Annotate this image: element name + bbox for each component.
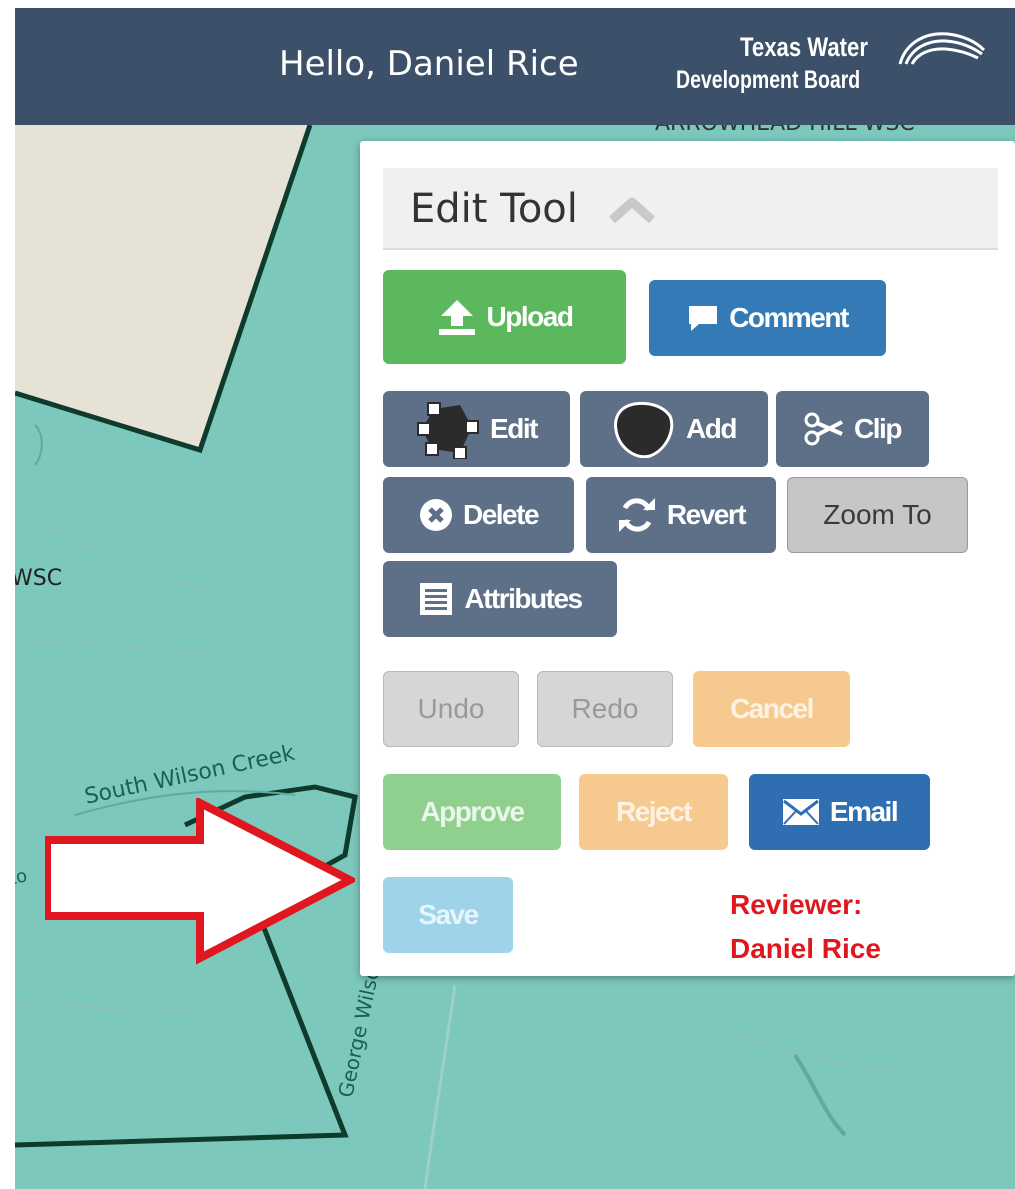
save-button[interactable]: Save [383, 877, 513, 953]
save-label: Save [418, 899, 479, 930]
logo-line-1: Texas Water [740, 32, 868, 62]
envelope-icon [782, 799, 819, 825]
edit-label: Edit [490, 413, 538, 444]
comment-label: Comment [729, 302, 849, 333]
water-waves-icon [898, 32, 986, 65]
delete-label: Delete [462, 499, 540, 530]
annotation-arrow-icon [45, 798, 355, 965]
reviewer-info: Reviewer: Daniel Rice [730, 883, 881, 971]
polygon-shape-icon [614, 401, 674, 458]
clip-label: Clip [854, 413, 902, 444]
redo-label: Redo [571, 693, 639, 724]
revert-label: Revert [666, 499, 747, 530]
add-button[interactable]: Add [580, 391, 768, 467]
edit-vertices-icon [417, 402, 480, 459]
cancel-button[interactable]: Cancel [693, 671, 850, 747]
app-frame: Hello, Daniel Rice Texas Water Developme… [15, 8, 1015, 1189]
zoom-to-label: Zoom To [823, 499, 932, 530]
revert-button[interactable]: Revert [586, 477, 776, 553]
undo-button[interactable]: Undo [383, 671, 519, 747]
parcel-area [15, 125, 310, 450]
zoom-to-button[interactable]: Zoom To [787, 477, 968, 553]
email-label: Email [829, 796, 899, 827]
top-area-label: ARROWHEAD HILL WSC [655, 125, 915, 136]
attributes-button[interactable]: Attributes [383, 561, 617, 637]
reviewer-label: Reviewer: [730, 889, 863, 920]
user-greeting: Hello, Daniel Rice [279, 44, 579, 84]
edit-tool-header[interactable]: Edit Tool [383, 168, 998, 250]
edit-button[interactable]: Edit [383, 391, 570, 467]
clip-button[interactable]: Clip [776, 391, 929, 467]
comment-button[interactable]: Comment [649, 280, 886, 356]
approve-label: Approve [420, 796, 525, 827]
cancel-label: Cancel [730, 693, 814, 724]
comment-icon [689, 306, 718, 331]
stream-line [793, 1053, 847, 1137]
panel-title: Edit Tool [410, 186, 578, 232]
redo-button[interactable]: Redo [537, 671, 673, 747]
delete-button[interactable]: Delete [383, 477, 574, 553]
contour-line [714, 1024, 916, 1068]
contour-line [15, 1002, 196, 1013]
upload-label: Upload [486, 301, 574, 332]
list-icon [420, 583, 453, 615]
chevron-up-icon[interactable] [608, 196, 656, 224]
reviewer-name: Daniel Rice [730, 933, 881, 964]
logo-line-2: Development Board [676, 66, 861, 94]
delete-circle-icon [419, 499, 452, 531]
email-button[interactable]: Email [749, 774, 930, 850]
undo-label: Undo [417, 693, 485, 724]
twdb-logo[interactable]: Texas Water Development Board [670, 26, 990, 106]
add-label: Add [686, 413, 737, 444]
reject-label: Reject [615, 796, 693, 827]
wsc-label: WSC [15, 566, 63, 591]
scissors-icon [804, 412, 843, 446]
attributes-label: Attributes [464, 583, 583, 614]
edit-tool-panel: Edit Tool Upload Comment Edit Add Clip D… [360, 141, 1015, 976]
upload-icon [438, 300, 475, 335]
refresh-icon [618, 498, 655, 532]
upload-button[interactable]: Upload [383, 270, 626, 364]
contour-line [15, 642, 256, 653]
road-line [423, 984, 457, 1189]
reject-button[interactable]: Reject [579, 774, 728, 850]
stream-line [34, 424, 43, 466]
approve-button[interactable]: Approve [383, 774, 561, 850]
top-bar: Hello, Daniel Rice Texas Water Developme… [15, 8, 1015, 125]
